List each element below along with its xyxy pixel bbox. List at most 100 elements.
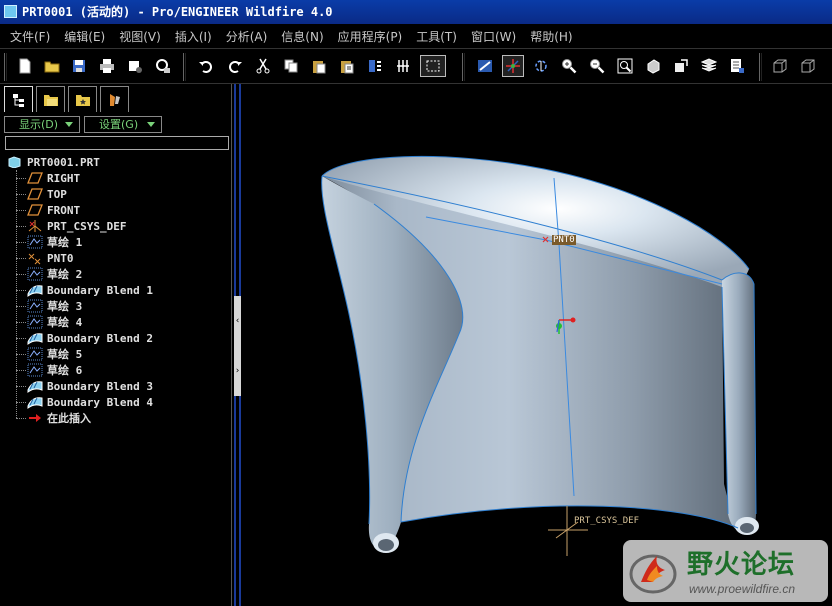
tree-item-sketch-5[interactable]: 草绘 5 <box>16 346 82 362</box>
menu-edit[interactable]: 编辑(E) <box>64 28 105 45</box>
new-file-icon[interactable] <box>14 55 36 77</box>
sketch-icon <box>27 347 43 361</box>
tree-item-sketch-1[interactable]: 草绘 1 <box>16 234 82 250</box>
redo-icon[interactable] <box>224 55 246 77</box>
tree-item-pnt0[interactable]: PNT0 <box>16 250 74 266</box>
tab-favorites[interactable] <box>68 86 97 112</box>
save-icon[interactable] <box>68 55 90 77</box>
tree-item-boundary-blend-2[interactable]: Boundary Blend 2 <box>16 330 153 346</box>
tree-item-right[interactable]: RIGHT <box>16 170 80 186</box>
tree-item-sketch-4[interactable]: 草绘 4 <box>16 314 82 330</box>
display-dropdown[interactable]: 显示(D) <box>4 116 80 133</box>
expand-right-icon[interactable]: › <box>234 346 241 396</box>
menu-help[interactable]: 帮助(H) <box>530 28 572 45</box>
csys-triad <box>548 506 588 556</box>
menu-file[interactable]: 文件(F) <box>10 28 50 45</box>
coordinate-system-icon <box>28 220 42 232</box>
tree-root-label: PRT0001.PRT <box>27 155 100 169</box>
csys-label: PRT_CSYS_DEF <box>574 516 640 526</box>
tree-item-label: 草绘 4 <box>47 316 83 329</box>
tree-item-sketch-6[interactable]: 草绘 6 <box>16 362 82 378</box>
menu-applications[interactable]: 应用程序(P) <box>338 28 403 45</box>
boundary-blend-icon <box>27 397 43 409</box>
menu-insert[interactable]: 插入(I) <box>175 28 212 45</box>
toolbar-grip[interactable] <box>759 53 762 81</box>
toolbar-grip[interactable] <box>462 53 465 81</box>
tree-item-insert-here[interactable]: 在此插入 <box>16 410 91 426</box>
zoom-in-icon[interactable] <box>558 55 580 77</box>
paste-special-icon[interactable] <box>336 55 358 77</box>
tree-item-label: 草绘 3 <box>47 300 83 313</box>
regenerate-icon[interactable] <box>364 55 386 77</box>
toolbar-grip[interactable] <box>183 53 186 81</box>
tree-item-front[interactable]: FRONT <box>16 202 80 218</box>
tree-item-label: 草绘 2 <box>47 268 83 281</box>
tree-item-label: 草绘 5 <box>47 348 83 361</box>
open-folder-icon[interactable] <box>41 55 63 77</box>
forum-logo-icon <box>629 554 677 594</box>
panel-splitter[interactable]: ‹ › <box>233 84 243 606</box>
zoom-out-icon[interactable] <box>586 55 608 77</box>
settings-dropdown-label: 设置(G) <box>99 118 139 131</box>
collapse-left-icon[interactable]: ‹ <box>234 296 241 346</box>
tree-item-sketch-2[interactable]: 草绘 2 <box>16 266 82 282</box>
settings-dropdown[interactable]: 设置(G) <box>84 116 162 133</box>
spin-center-icon[interactable] <box>502 55 524 77</box>
toolbar-grip[interactable] <box>4 53 7 81</box>
tree-item-top[interactable]: TOP <box>16 186 67 202</box>
orient-mode-icon[interactable] <box>530 55 552 77</box>
sketch-icon <box>27 299 43 313</box>
model-tree-icon <box>12 93 24 107</box>
copy-view-icon[interactable] <box>152 55 174 77</box>
select-box-icon[interactable] <box>420 55 446 77</box>
tab-model-tree[interactable] <box>4 86 33 112</box>
tree-item-boundary-blend-4[interactable]: Boundary Blend 4 <box>16 394 153 410</box>
boundary-blend-icon <box>27 285 43 297</box>
tree-root[interactable]: PRT0001.PRT <box>8 155 100 169</box>
paste-icon[interactable] <box>308 55 330 77</box>
datum-plane-icon <box>27 172 43 184</box>
repaint-icon[interactable] <box>474 55 496 77</box>
saved-views-icon[interactable] <box>670 55 692 77</box>
print-icon[interactable] <box>96 55 118 77</box>
layers-icon[interactable] <box>698 55 720 77</box>
reorient-icon[interactable] <box>642 55 664 77</box>
chevron-down-icon <box>147 122 155 127</box>
watermark-url: www.proewildfire.cn <box>689 582 796 596</box>
window-title: PRT0001 (活动的) - Pro/ENGINEER Wildfire 4.… <box>22 5 333 19</box>
cut-icon[interactable] <box>252 55 274 77</box>
copy-icon[interactable] <box>280 55 302 77</box>
right-lip-inner <box>740 523 754 533</box>
forum-watermark: 野火论坛 www.proewildfire.cn <box>623 540 828 602</box>
folder-browser-icon <box>43 94 58 106</box>
sketch-icon <box>27 315 43 329</box>
tree-item-label: Boundary Blend 1 <box>47 283 153 297</box>
datum-plane-icon <box>27 188 43 200</box>
wireframe-icon[interactable] <box>769 55 791 77</box>
menu-tools[interactable]: 工具(T) <box>416 28 457 45</box>
model-view[interactable] <box>244 84 832 606</box>
boundary-blend-icon <box>27 333 43 345</box>
tree-filter-input[interactable] <box>5 136 229 150</box>
graphics-window[interactable]: PNT0 PRT_CSYS_DEF <box>244 84 832 606</box>
relations-icon[interactable] <box>392 55 414 77</box>
tree-item-boundary-blend-3[interactable]: Boundary Blend 3 <box>16 378 153 394</box>
menu-window[interactable]: 窗口(W) <box>471 28 516 45</box>
menu-info[interactable]: 信息(N) <box>281 28 323 45</box>
refit-icon[interactable] <box>614 55 636 77</box>
tab-folder-browser[interactable] <box>36 86 65 112</box>
undo-icon[interactable] <box>195 55 217 77</box>
datum-point-icon <box>28 253 41 265</box>
tree-item-boundary-blend-1[interactable]: Boundary Blend 1 <box>16 282 153 298</box>
menu-analysis[interactable]: 分析(A) <box>226 28 268 45</box>
tree-item-label: Boundary Blend 4 <box>47 395 153 409</box>
boundary-blend-icon <box>27 381 43 393</box>
hidden-line-icon[interactable] <box>797 55 819 77</box>
tab-connections[interactable] <box>100 86 129 112</box>
send-mail-icon[interactable] <box>124 55 146 77</box>
menu-view[interactable]: 视图(V) <box>119 28 161 45</box>
tree-item-csys[interactable]: PRT_CSYS_DEF <box>16 218 126 234</box>
insert-here-arrow-icon <box>29 414 41 422</box>
view-manager-icon[interactable] <box>726 55 748 77</box>
tree-item-sketch-3[interactable]: 草绘 3 <box>16 298 82 314</box>
